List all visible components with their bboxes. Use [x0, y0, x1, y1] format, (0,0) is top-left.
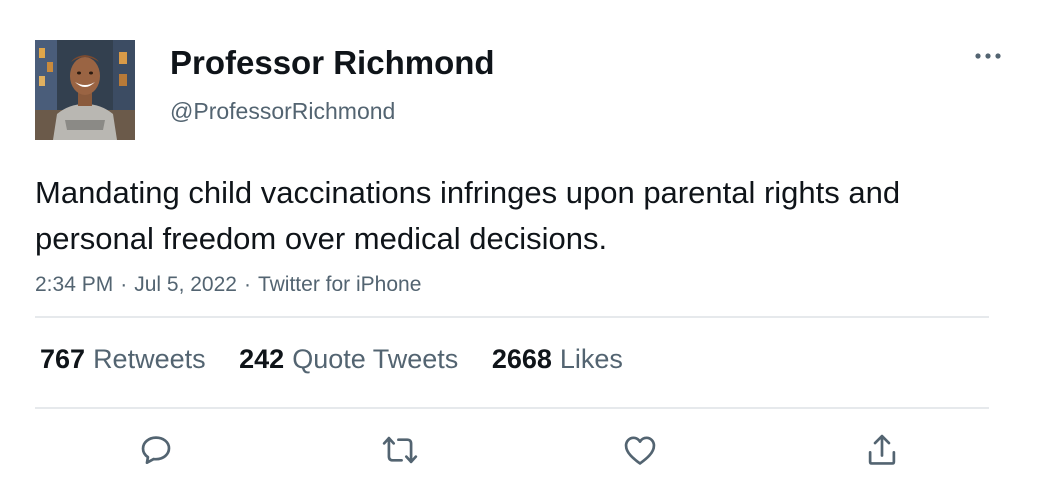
- likes-label: Likes: [559, 344, 623, 374]
- meta-separator: ·: [120, 273, 128, 296]
- engagement-stats: 767 Retweets 242 Quote Tweets 2668 Likes: [40, 340, 649, 378]
- divider: [35, 316, 989, 318]
- avatar[interactable]: [35, 40, 135, 140]
- display-name[interactable]: Professor Richmond: [170, 43, 495, 83]
- retweets-count: 767: [40, 344, 86, 374]
- retweets-stat[interactable]: 767 Retweets: [40, 340, 206, 378]
- likes-count: 2668: [491, 344, 552, 374]
- tweet-date[interactable]: Jul 5, 2022: [134, 273, 237, 296]
- more-options-button[interactable]: [968, 44, 1008, 68]
- tweet-time[interactable]: 2:34 PM: [35, 273, 113, 296]
- reply-button[interactable]: [136, 430, 176, 470]
- share-button[interactable]: [862, 430, 902, 470]
- avatar-image: [35, 40, 135, 140]
- more-icon: [975, 53, 1001, 59]
- quote-tweets-stat[interactable]: 242 Quote Tweets: [239, 340, 458, 378]
- divider: [35, 407, 989, 409]
- retweet-icon: [382, 436, 418, 464]
- like-icon: [624, 436, 656, 465]
- tweet-text: Mandating child vaccinations infringes u…: [35, 175, 901, 256]
- retweet-button[interactable]: [380, 430, 420, 470]
- user-handle[interactable]: @ProfessorRichmond: [170, 96, 395, 126]
- tweet-source[interactable]: Twitter for iPhone: [258, 273, 421, 296]
- like-button[interactable]: [620, 430, 660, 470]
- retweets-label: Retweets: [93, 344, 206, 374]
- quote-tweets-count: 242: [239, 344, 285, 374]
- quote-tweets-label: Quote Tweets: [292, 344, 459, 374]
- likes-stat[interactable]: 2668 Likes: [492, 340, 623, 378]
- tweet-meta: 2:34 PM · Jul 5, 2022 · Twitter for iPhone: [35, 270, 421, 300]
- reply-icon: [141, 436, 171, 465]
- meta-separator: ·: [243, 273, 251, 296]
- share-icon: [868, 434, 896, 465]
